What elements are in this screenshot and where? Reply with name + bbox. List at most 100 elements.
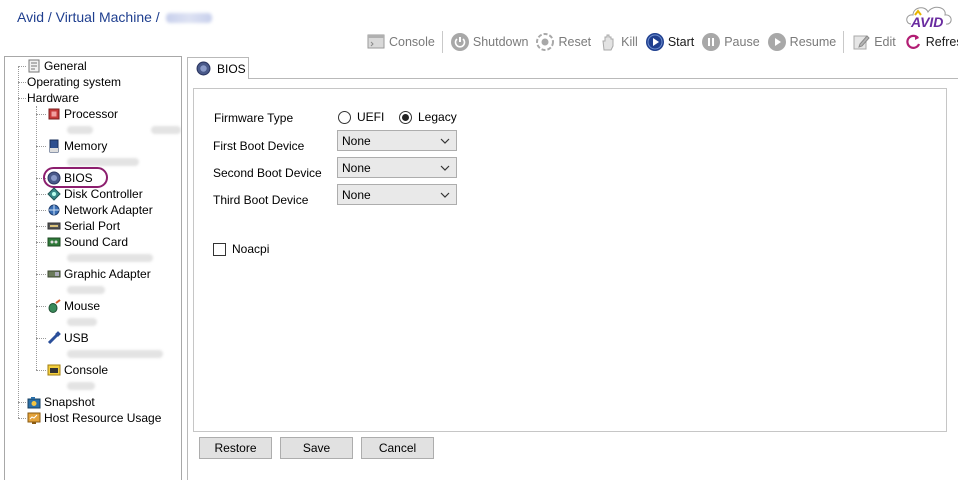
first-boot-device-label: First Boot Device <box>213 139 305 153</box>
noacpi-checkbox[interactable]: Noacpi <box>213 242 269 256</box>
pause-button[interactable]: Pause <box>701 32 760 52</box>
tree-label-general: General <box>44 59 87 73</box>
tree-item-network-adapter[interactable]: Network Adapter <box>47 202 153 218</box>
console-icon <box>47 363 61 377</box>
tree-label-sound: Sound Card <box>64 235 129 249</box>
tree-item-sound-card[interactable]: Sound Card <box>47 234 128 250</box>
tree-item-operating-system[interactable]: Operating system <box>27 74 121 90</box>
graphic-adapter-icon <box>47 267 61 281</box>
network-icon <box>47 203 61 217</box>
tree-label-host: Host Resource Usage <box>44 411 162 425</box>
console-label: Console <box>389 35 435 49</box>
chevron-down-icon <box>437 160 453 176</box>
third-boot-device-label: Third Boot Device <box>213 193 309 207</box>
first-boot-device-select[interactable]: None <box>337 130 457 151</box>
tab-label: BIOS <box>217 61 246 76</box>
tree-item-hardware[interactable]: Hardware <box>27 90 79 106</box>
tree-item-processor[interactable]: Processor <box>47 106 118 122</box>
monitor-icon <box>27 411 41 425</box>
tree-item-console[interactable]: Console <box>47 362 108 378</box>
radio-legacy[interactable]: Legacy <box>399 110 457 124</box>
sound-detail-redacted <box>67 254 153 262</box>
play-icon <box>645 32 665 52</box>
svg-text:AVID: AVID <box>910 14 943 30</box>
bios-settings-panel <box>193 88 947 432</box>
restore-label: Restore <box>214 441 257 455</box>
tree-item-mouse[interactable]: Mouse <box>47 298 100 314</box>
tree-label-processor: Processor <box>64 107 119 121</box>
tree-connector <box>36 274 46 275</box>
tree-item-snapshot[interactable]: Snapshot <box>27 394 95 410</box>
tab-divider <box>249 78 958 79</box>
tree-label-console: Console <box>64 363 109 377</box>
mouse-detail-redacted <box>67 318 97 326</box>
tree-connector <box>18 98 26 99</box>
graphic-detail-redacted <box>67 286 105 294</box>
radio-uefi-circle <box>338 110 351 124</box>
radio-legacy-label: Legacy <box>418 110 457 124</box>
tree-item-memory[interactable]: Memory <box>47 138 107 154</box>
reset-label: Reset <box>558 35 592 49</box>
tree-item-host-resource-usage[interactable]: Host Resource Usage <box>27 410 161 426</box>
save-button[interactable]: Save <box>280 437 353 459</box>
tree-item-general[interactable]: General <box>27 58 87 74</box>
pause-icon <box>701 32 721 52</box>
tree-label-memory: Memory <box>64 139 108 153</box>
tree-connector <box>36 306 46 307</box>
tree-label-disk: Disk Controller <box>64 187 143 201</box>
radio-legacy-circle <box>399 110 412 124</box>
tree-item-serial-port[interactable]: Serial Port <box>47 218 120 234</box>
console-icon <box>366 32 386 52</box>
start-button[interactable]: Start <box>645 32 694 52</box>
bios-icon <box>196 61 211 76</box>
second-boot-device-value: None <box>342 160 371 175</box>
usb-detail-redacted <box>67 350 163 358</box>
hand-icon <box>598 32 618 52</box>
tree-connector <box>18 402 26 403</box>
tree-connector <box>36 194 46 195</box>
third-boot-device-select[interactable]: None <box>337 184 457 205</box>
tree-connector <box>36 210 46 211</box>
console-button[interactable]: Console <box>366 32 435 52</box>
start-label: Start <box>667 35 695 49</box>
tree-item-disk-controller[interactable]: Disk Controller <box>47 186 143 202</box>
firmware-type-label: Firmware Type <box>214 111 294 125</box>
resume-button[interactable]: Resume <box>767 32 836 52</box>
general-icon <box>27 59 41 73</box>
first-boot-device-value: None <box>342 133 371 148</box>
serial-port-icon <box>47 219 61 233</box>
settings-tree: General Operating system Hardware Proces… <box>4 56 182 480</box>
second-boot-device-select[interactable]: None <box>337 157 457 178</box>
refresh-button[interactable]: Refresh <box>903 32 958 52</box>
tree-label-hardware: Hardware <box>27 91 80 105</box>
processor-icon <box>47 107 61 121</box>
radio-selected-dot <box>402 113 409 121</box>
tree-connector <box>18 418 26 419</box>
edit-label: Edit <box>874 35 896 49</box>
avid-logo: AVID <box>906 6 952 30</box>
kill-button[interactable]: Kill <box>598 32 638 52</box>
cancel-button[interactable]: Cancel <box>361 437 434 459</box>
radio-uefi[interactable]: UEFI <box>338 110 384 124</box>
tree-label-snapshot: Snapshot <box>44 395 95 409</box>
mouse-icon <box>47 299 61 313</box>
restore-button[interactable]: Restore <box>199 437 272 459</box>
breadcrumb-text: Avid / Virtual Machine / <box>17 9 160 25</box>
cancel-label: Cancel <box>378 441 417 455</box>
tab-bios[interactable]: BIOS <box>187 57 249 79</box>
tree-connector <box>18 66 19 418</box>
tree-item-usb[interactable]: USB <box>47 330 89 346</box>
processor-detail-redacted <box>67 126 93 134</box>
tree-label-graphic: Graphic Adapter <box>64 267 151 281</box>
shutdown-label: Shutdown <box>472 35 529 49</box>
save-label: Save <box>302 441 331 455</box>
third-boot-device-value: None <box>342 187 371 202</box>
tree-connector <box>36 114 46 115</box>
tree-connector <box>36 242 46 243</box>
edit-button[interactable]: Edit <box>851 32 896 52</box>
refresh-icon <box>903 32 923 52</box>
reset-button[interactable]: Reset <box>535 32 591 52</box>
tree-item-graphic-adapter[interactable]: Graphic Adapter <box>47 266 151 282</box>
noacpi-checkbox-box <box>213 242 226 256</box>
shutdown-button[interactable]: Shutdown <box>450 32 529 52</box>
